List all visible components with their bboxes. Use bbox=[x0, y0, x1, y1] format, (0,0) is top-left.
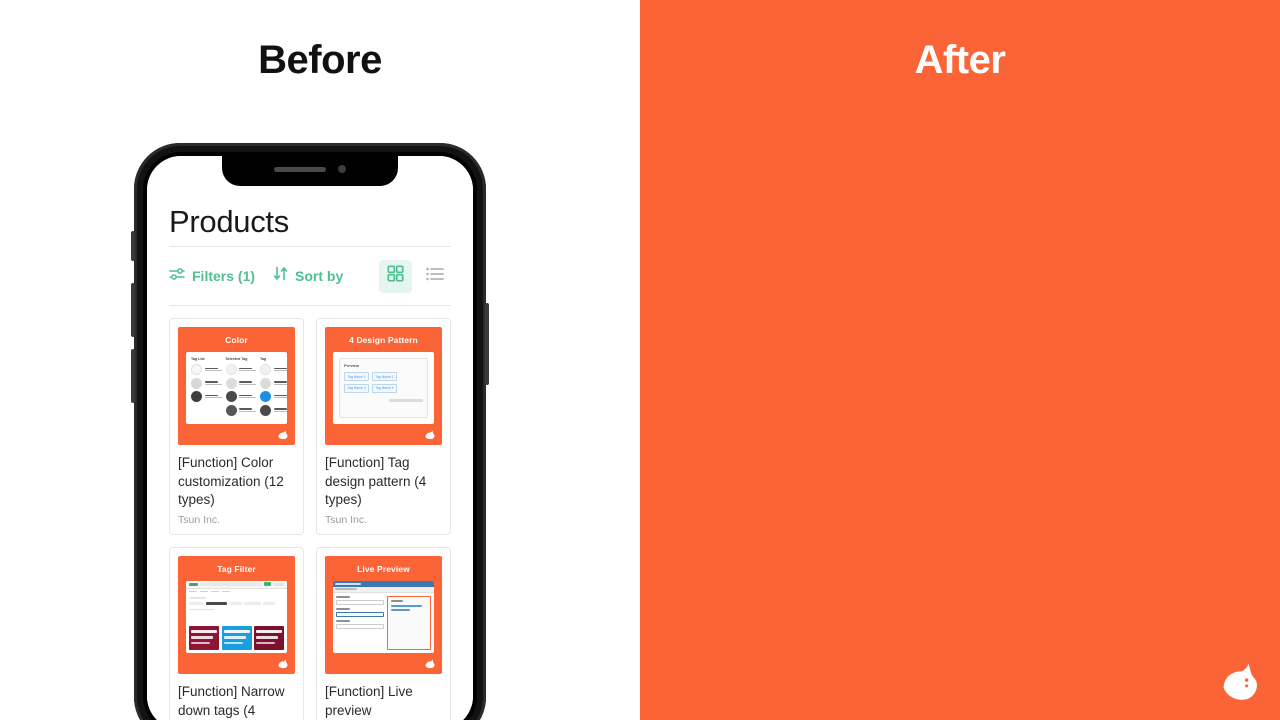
mute-switch-button[interactable] bbox=[131, 231, 135, 261]
grid-view-icon bbox=[387, 265, 404, 287]
list-view-icon bbox=[425, 267, 444, 286]
product-thumbnail: Tag Filter bbox=[178, 555, 295, 674]
preview-label: Preview bbox=[344, 363, 360, 368]
app-screen-before: Products Filters (1) Sort by Color Tag L… bbox=[147, 156, 473, 720]
swatch-column-header: Tag List bbox=[191, 357, 205, 361]
page-title: Products bbox=[169, 204, 289, 239]
list-view-button[interactable] bbox=[418, 260, 451, 293]
phone-mockup-before: Products Filters (1) Sort by Color Tag L… bbox=[131, 143, 489, 720]
thumbnail-art-color-swatches: Tag List Selected Tag Tag bbox=[186, 352, 287, 424]
thumbnail-title: Color bbox=[225, 335, 248, 345]
phone-notch bbox=[222, 156, 398, 186]
speaker-grille-icon bbox=[274, 166, 326, 172]
swatch-column-header: Selected Tag bbox=[225, 357, 248, 361]
product-name: [Function] Color customization (12 types… bbox=[178, 455, 284, 508]
filters-button[interactable]: Filters (1) bbox=[169, 267, 255, 286]
product-thumbnail: Live Preview bbox=[325, 555, 442, 674]
view-toggle-group bbox=[379, 259, 451, 293]
dog-head-logo-icon bbox=[425, 659, 435, 668]
preview-tag: Tag Name 2 bbox=[371, 372, 398, 381]
product-card[interactable]: Tag Filter [Function] Narrow down tags (… bbox=[169, 546, 304, 720]
product-name: [Function] Tag design pattern (4 types) bbox=[325, 455, 427, 508]
before-panel: Before Products Filters (1) Sort by Colo… bbox=[0, 0, 640, 720]
product-card[interactable]: 4 Design Pattern Preview Tag Name 1 Tag … bbox=[316, 318, 451, 535]
grid-view-button[interactable] bbox=[379, 259, 413, 293]
product-vendor: Tsun Inc. bbox=[178, 513, 221, 526]
thumbnail-title: Live Preview bbox=[357, 563, 410, 574]
sort-by-label: Sort by bbox=[295, 268, 344, 284]
power-button[interactable] bbox=[485, 303, 489, 385]
filters-label: Filters (1) bbox=[192, 268, 256, 284]
comparison-stage: Before Products Filters (1) Sort by Colo… bbox=[0, 0, 1280, 720]
divider bbox=[169, 305, 451, 306]
preview-tag: Tag Name 3 bbox=[344, 383, 370, 393]
product-name: [Function] Live preview bbox=[325, 683, 413, 718]
thumbnail-art-live-preview-mock bbox=[333, 580, 434, 653]
preview-tag: Tag Name 4 bbox=[371, 383, 398, 393]
dog-head-logo-icon bbox=[278, 430, 288, 440]
thumbnail-art-tag-preview: Preview Tag Name 1 Tag Name 2 Tag Name 3… bbox=[333, 352, 434, 424]
front-camera-icon bbox=[338, 165, 346, 173]
swatch-column-header: Tag bbox=[260, 357, 267, 361]
product-card[interactable]: Color Tag List Selected Tag Tag [Functio… bbox=[169, 318, 304, 535]
product-thumbnail: 4 Design Pattern Preview Tag Name 1 Tag … bbox=[325, 327, 442, 445]
preview-tag: Tag Name 1 bbox=[344, 372, 370, 381]
after-panel: After #Free Plan #Light Plan bbox=[640, 0, 1280, 720]
sort-by-button[interactable]: Sort by bbox=[273, 266, 343, 286]
dog-head-logo-icon bbox=[278, 659, 288, 668]
dog-head-logo-icon bbox=[425, 430, 435, 440]
dog-head-logo-icon bbox=[1223, 663, 1257, 700]
thumbnail-title: 4 Design Pattern bbox=[349, 335, 418, 345]
products-toolbar: Filters (1) Sort by bbox=[169, 247, 451, 305]
product-vendor: Tsun Inc. bbox=[325, 513, 368, 526]
product-name: [Function] Narrow down tags (4 types) bbox=[178, 683, 285, 718]
before-panel-title: Before bbox=[258, 38, 382, 82]
phone-bezel: Products Filters (1) Sort by Color Tag L… bbox=[143, 152, 477, 720]
phone-screen-before: Products Filters (1) Sort by Color Tag L… bbox=[147, 156, 473, 720]
product-grid-before: Color Tag List Selected Tag Tag [Functio… bbox=[169, 318, 451, 720]
after-panel-title: After bbox=[914, 38, 1006, 82]
volume-down-button[interactable] bbox=[131, 349, 135, 403]
preview-footer-bar bbox=[389, 398, 423, 402]
product-card[interactable]: Live Preview [Function] Live preview bbox=[316, 546, 451, 720]
thumbnail-art-browser-mock bbox=[186, 580, 287, 653]
sort-arrows-icon bbox=[273, 266, 289, 286]
product-thumbnail: Color Tag List Selected Tag Tag bbox=[178, 327, 295, 445]
sliders-icon bbox=[169, 267, 186, 286]
thumbnail-title: Tag Filter bbox=[217, 563, 256, 574]
volume-up-button[interactable] bbox=[131, 283, 135, 337]
